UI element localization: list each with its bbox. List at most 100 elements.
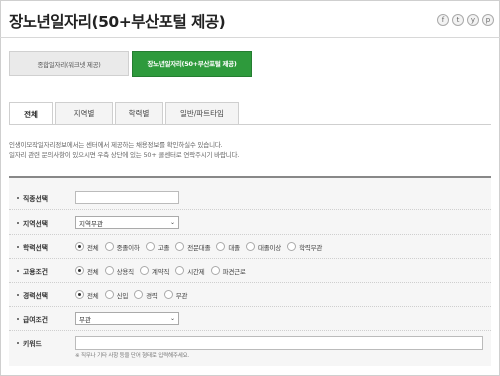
tab-region[interactable]: 지역별 xyxy=(55,102,113,124)
tab-all[interactable]: 전체 xyxy=(9,102,53,125)
title-divider xyxy=(0,37,500,38)
radio-circle-icon[interactable] xyxy=(104,266,114,275)
tab-general-parttime[interactable]: 일반/파트타임 xyxy=(165,102,239,124)
employment-radio-label: 시간제 xyxy=(187,267,205,276)
print-icon[interactable]: p xyxy=(482,14,494,26)
education-radio-option[interactable]: 대졸 xyxy=(216,242,240,252)
employment-radio-option[interactable]: 상용직 xyxy=(104,266,135,276)
row-education: 학력선택 전체 중졸이하 고졸 전문대졸 대졸 대졸이상 학력무관 xyxy=(9,235,491,259)
job-type-input[interactable] xyxy=(75,191,179,204)
career-radio-label: 경력 xyxy=(146,291,158,300)
career-label-text: 경력선택 xyxy=(23,291,49,300)
job-label: 직종선택 xyxy=(17,193,48,203)
tab-education[interactable]: 학력별 xyxy=(115,102,163,124)
radio-circle-icon[interactable] xyxy=(139,266,149,275)
job-label-text: 직종선택 xyxy=(23,194,49,203)
career-radio-option[interactable]: 신입 xyxy=(104,290,129,300)
twitter-icon[interactable]: t xyxy=(452,14,464,26)
description-line: 일자리 관련 문의사항이 있으시면 우측 상단에 있는 50+ 콜센터로 연락주… xyxy=(9,151,240,159)
salary-select[interactable]: 무관 ⌄ xyxy=(75,312,179,325)
chevron-down-icon: ⌄ xyxy=(169,315,175,322)
row-region: 지역선택 지역무관 ⌄ xyxy=(9,211,491,235)
career-label: 경력선택 xyxy=(17,290,48,300)
career-radio-option[interactable]: 무관 xyxy=(163,290,187,300)
radio-circle-icon[interactable] xyxy=(245,242,255,251)
education-radio-label: 중졸이하 xyxy=(116,243,140,252)
region-select-value: 지역무관 xyxy=(79,219,103,228)
bullet-icon xyxy=(17,221,19,224)
salary-select-value: 무관 xyxy=(79,315,91,324)
keyword-help-note: ※ 직무나 기타 사항 등을 단어 형태로 입력해주세요. xyxy=(75,353,189,359)
row-job: 직종선택 xyxy=(9,186,491,210)
education-radio-label: 전문대졸 xyxy=(187,243,211,252)
salary-label: 급여조건 xyxy=(17,314,48,324)
bullet-icon xyxy=(17,317,19,320)
page-title: 장노년일자리(50+부산포털 제공) xyxy=(9,13,226,31)
chevron-down-icon: ⌄ xyxy=(169,219,175,226)
page-description: 인생이모작일자리정보에서는 센터에서 제공하는 채용정보를 확인하실수 있습니다… xyxy=(9,140,239,160)
employment-label-text: 고용조건 xyxy=(23,267,49,276)
tabs-underline xyxy=(9,124,491,125)
education-radio-option[interactable]: 중졸이하 xyxy=(104,242,140,252)
employment-radio-label: 전체 xyxy=(87,267,99,276)
education-radio-option[interactable]: 전체 xyxy=(75,242,99,252)
social-share-bar: f t y p xyxy=(437,14,494,26)
employment-radio-group: 전체 상용직 계약직 시간제 파견근로 xyxy=(75,266,246,276)
row-salary: 급여조건 무관 ⌄ xyxy=(9,307,491,331)
education-radio-group: 전체 중졸이하 고졸 전문대졸 대졸 대졸이상 학력무관 xyxy=(75,242,322,252)
education-label-text: 학력선택 xyxy=(23,243,49,252)
bullet-icon xyxy=(17,196,19,199)
description-line: 인생이모작일자리정보에서는 센터에서 제공하는 채용정보를 확인하실수 있습니다… xyxy=(9,141,223,149)
career-radio-label: 전체 xyxy=(87,291,99,300)
radio-circle-icon[interactable] xyxy=(216,242,226,251)
employment-radio-option[interactable]: 전체 xyxy=(75,266,99,276)
bullet-icon xyxy=(17,342,19,344)
radio-circle-icon[interactable] xyxy=(163,290,173,299)
radio-circle-icon[interactable] xyxy=(104,242,114,251)
employment-radio-option[interactable]: 계약직 xyxy=(139,266,170,276)
radio-circle-icon[interactable] xyxy=(175,266,185,275)
keyword-input[interactable] xyxy=(75,336,483,350)
education-label: 학력선택 xyxy=(17,242,48,252)
radio-circle-icon[interactable] xyxy=(75,266,84,275)
radio-circle-icon[interactable] xyxy=(210,266,220,275)
row-employment: 고용조건 전체 상용직 계약직 시간제 파견근로 xyxy=(9,259,491,283)
education-radio-option[interactable]: 대졸이상 xyxy=(245,242,282,252)
employment-radio-option[interactable]: 시간제 xyxy=(175,266,205,276)
region-select[interactable]: 지역무관 ⌄ xyxy=(75,216,179,229)
radio-circle-icon[interactable] xyxy=(145,242,155,251)
job-search-form: 직종선택 지역선택 지역무관 ⌄ 학력선택 전체 중졸이하 고졸 전문대졸 대졸 대졸이상… xyxy=(9,176,491,366)
career-radio-label: 신입 xyxy=(116,291,129,300)
worknet-jobs-button[interactable]: 종합일자리(워크넷 제공) xyxy=(9,51,129,76)
career-radio-option[interactable]: 경력 xyxy=(134,290,158,300)
education-radio-option[interactable]: 학력무관 xyxy=(287,242,322,252)
salary-label-text: 급여조건 xyxy=(23,315,49,324)
career-radio-option[interactable]: 전체 xyxy=(75,290,99,300)
education-radio-option[interactable]: 전문대졸 xyxy=(175,242,211,252)
radio-circle-icon[interactable] xyxy=(134,290,144,299)
keyword-label: 키워드 xyxy=(17,338,42,348)
education-radio-label: 고졸 xyxy=(157,243,170,252)
radio-circle-icon[interactable] xyxy=(75,290,84,299)
education-radio-option[interactable]: 고졸 xyxy=(145,242,170,252)
youtube-icon[interactable]: y xyxy=(467,14,479,26)
radio-circle-icon[interactable] xyxy=(104,290,114,299)
employment-label: 고용조건 xyxy=(17,266,48,276)
radio-circle-icon[interactable] xyxy=(175,242,185,251)
radio-circle-icon[interactable] xyxy=(75,242,84,251)
facebook-icon[interactable]: f xyxy=(437,14,449,26)
education-radio-label: 학력무관 xyxy=(299,243,323,252)
region-label: 지역선택 xyxy=(17,218,48,228)
bullet-icon xyxy=(17,269,19,272)
employment-radio-option[interactable]: 파견근로 xyxy=(210,266,246,276)
radio-circle-icon[interactable] xyxy=(287,242,297,251)
employment-radio-label: 상용직 xyxy=(116,267,135,276)
employment-radio-label: 계약직 xyxy=(151,267,170,276)
education-radio-label: 대졸 xyxy=(228,243,240,252)
education-radio-label: 전체 xyxy=(87,243,99,252)
bullet-icon xyxy=(17,293,19,296)
career-radio-group: 전체 신입 경력 무관 xyxy=(75,290,187,300)
row-career: 경력선택 전체 신입 경력 무관 xyxy=(9,283,491,307)
busan-portal-jobs-button[interactable]: 장노년일자리(50+부산포털 제공) xyxy=(132,51,252,77)
education-radio-label: 대졸이상 xyxy=(257,243,282,252)
